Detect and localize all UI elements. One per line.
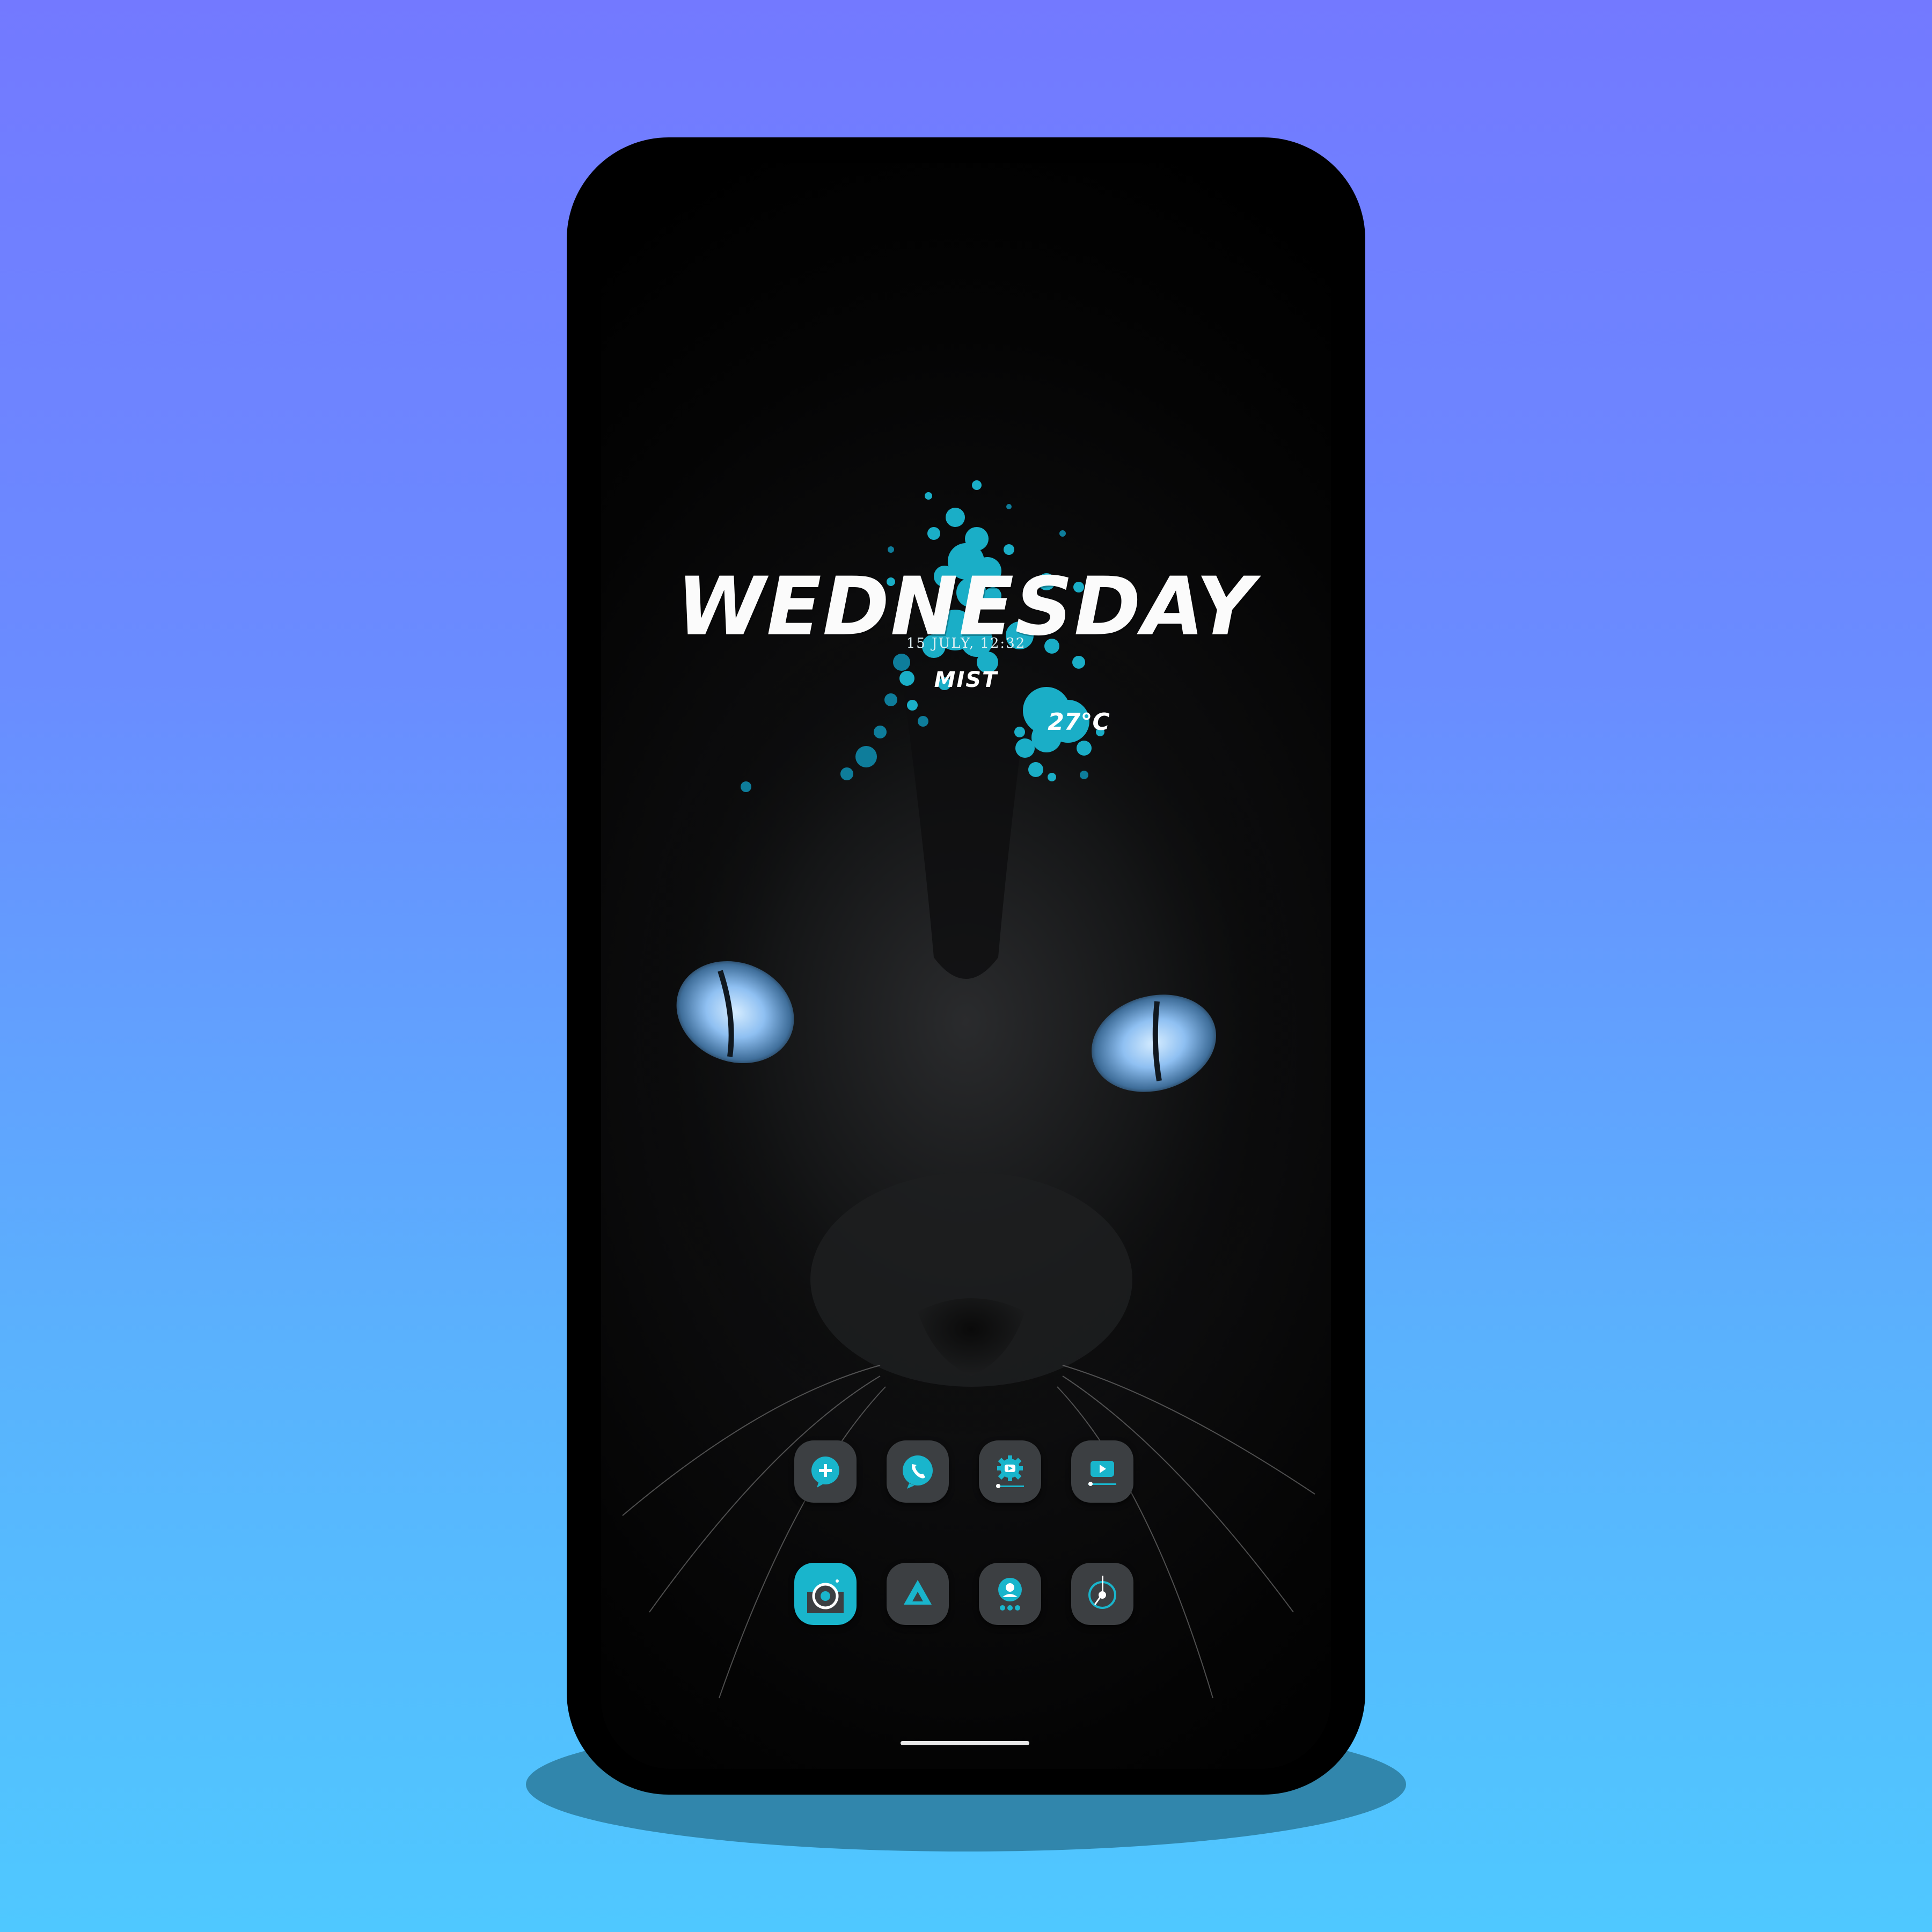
- weather-clock-widget[interactable]: WEDNESDAY 15 JULY, 12:32 MIST 27°C: [601, 163, 1331, 914]
- app-clock[interactable]: [1071, 1563, 1133, 1625]
- weather-condition-label: MIST: [934, 668, 998, 692]
- ink-splash-graphic: [741, 480, 1104, 792]
- clock-compass-icon: [1088, 1576, 1116, 1609]
- app-phone[interactable]: [887, 1440, 949, 1503]
- app-icon-grid: [794, 1440, 1138, 1634]
- home-screen: WEDNESDAY 15 JULY, 12:32 MIST 27°C: [601, 163, 1331, 1769]
- contacts-icon: [998, 1578, 1022, 1611]
- app-camera[interactable]: [794, 1563, 857, 1625]
- app-contacts[interactable]: [979, 1563, 1041, 1625]
- app-drive[interactable]: [887, 1563, 949, 1625]
- app-youtube-settings[interactable]: [979, 1440, 1041, 1503]
- youtube-player-icon: [1088, 1461, 1116, 1486]
- phone-call-icon: [903, 1455, 933, 1489]
- drive-icon: [904, 1580, 932, 1605]
- camera-icon: [807, 1579, 844, 1613]
- gesture-home-bar[interactable]: [901, 1741, 1029, 1745]
- youtube-settings-icon: [996, 1455, 1024, 1488]
- app-youtube-player[interactable]: [1071, 1440, 1133, 1503]
- app-add-message[interactable]: [794, 1440, 857, 1503]
- temperature-label: 27°C: [1048, 708, 1110, 736]
- date-time-label: 15 JULY, 12:32: [906, 635, 1026, 652]
- phone-frame: WEDNESDAY 15 JULY, 12:32 MIST 27°C: [567, 137, 1365, 1795]
- add-message-icon: [811, 1457, 839, 1488]
